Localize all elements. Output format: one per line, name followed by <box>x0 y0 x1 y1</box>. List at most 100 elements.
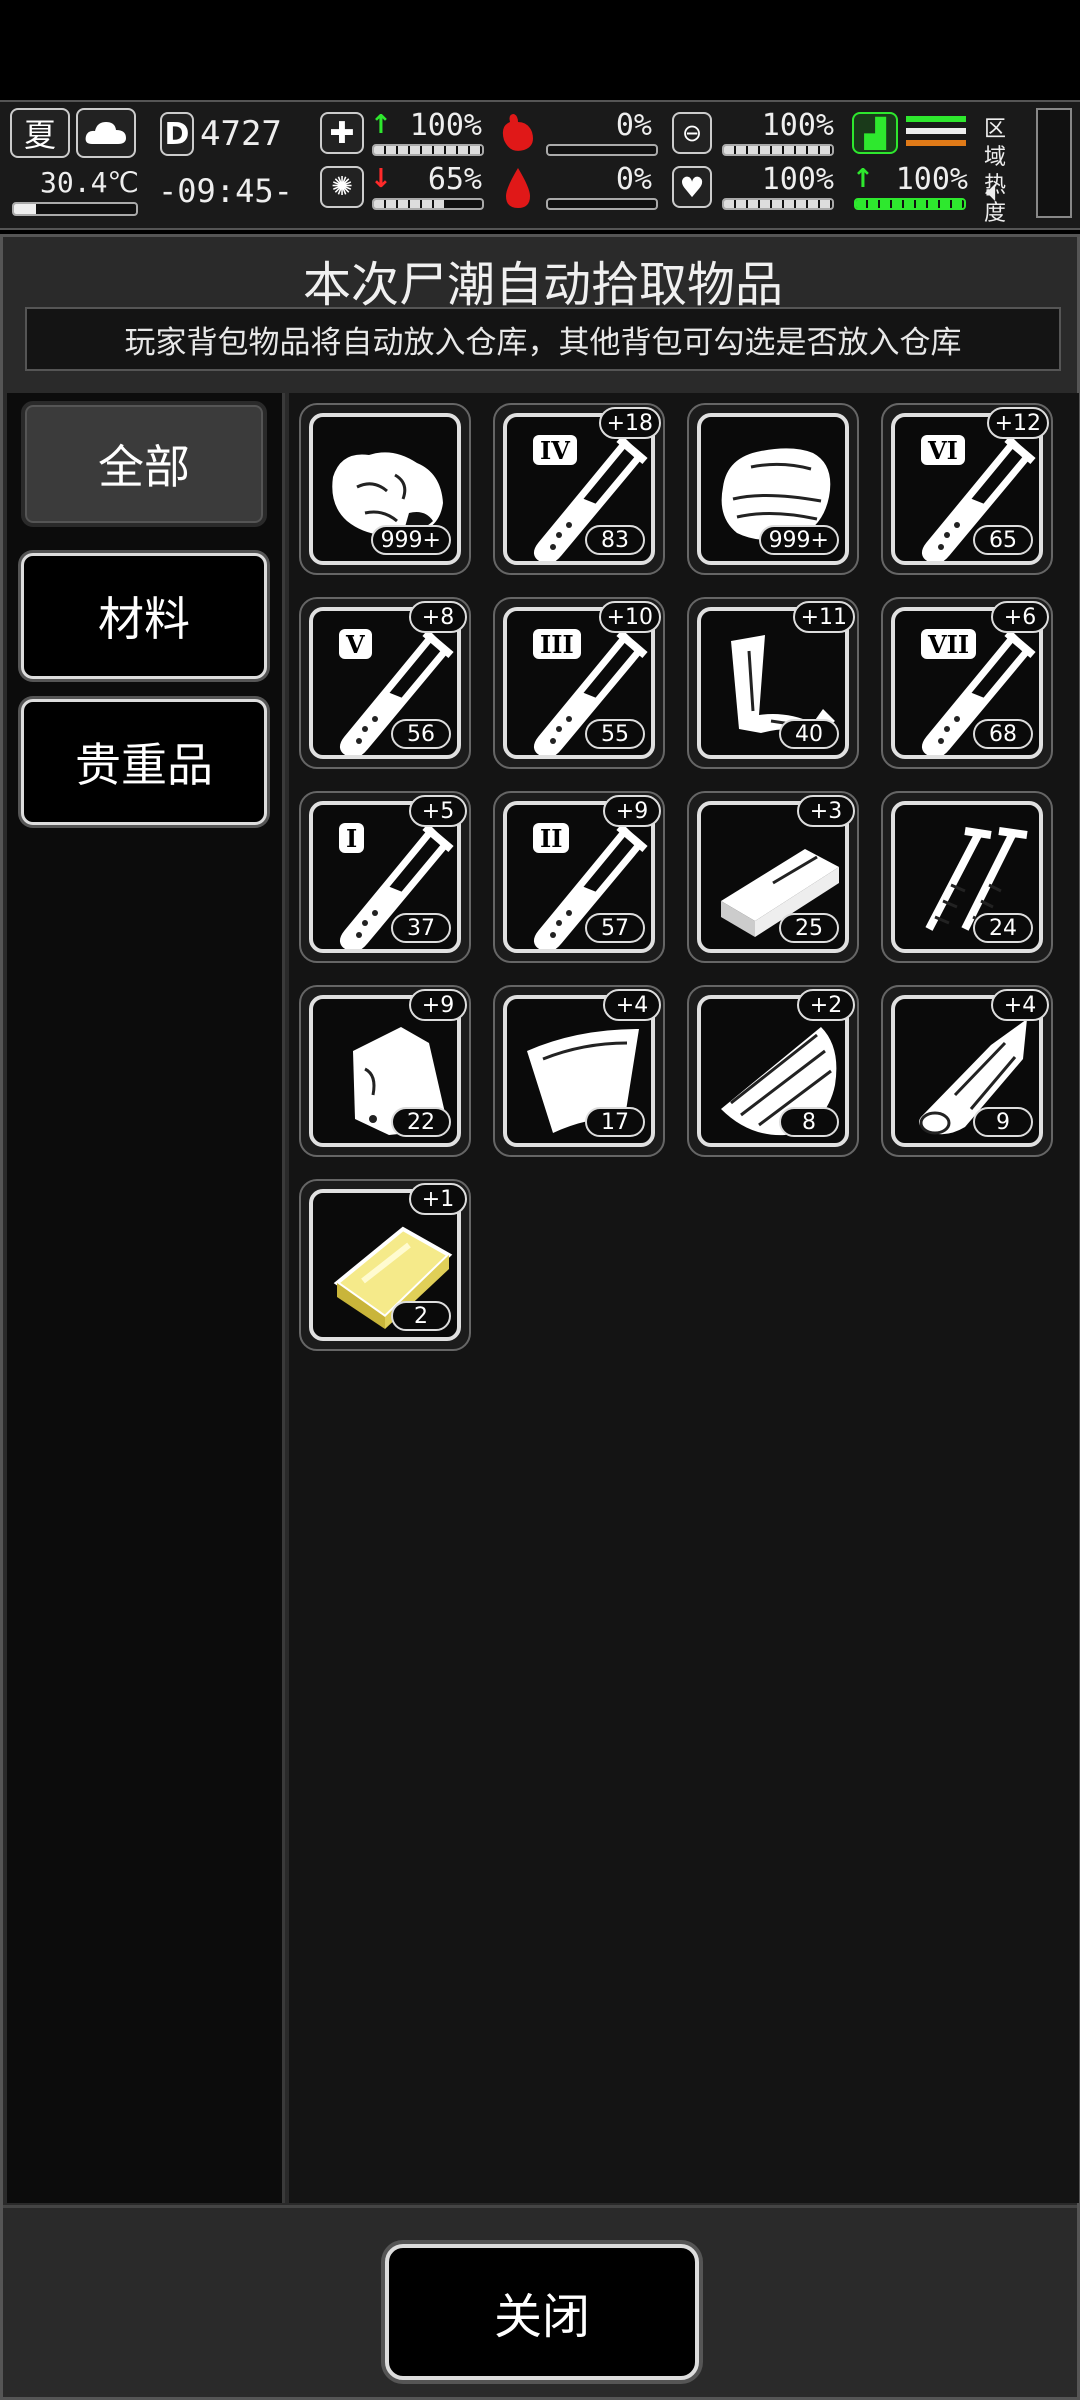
tab-materials[interactable]: 材料 <box>21 553 267 679</box>
health-percent: 100% <box>409 108 482 143</box>
item-slot-vial-vii[interactable]: VII 68 +6 <box>881 597 1053 769</box>
gain-badge: +3 <box>797 795 855 827</box>
item-count: 37 <box>391 913 451 943</box>
speed-stripes <box>906 114 966 150</box>
item-slot-vial-i[interactable]: I 37 +5 <box>299 791 471 963</box>
tier-badge: V <box>339 629 372 659</box>
item-slot-gold-bar[interactable]: 2 +1 <box>299 1179 471 1351</box>
sanity-bar <box>372 198 484 210</box>
gain-badge: +6 <box>991 601 1049 633</box>
auto-loot-panel: 本次尸潮自动拾取物品 玩家背包物品将自动放入仓库，其他背包可勾选是否放入仓库 全… <box>0 234 1080 2400</box>
gain-badge: +1 <box>409 1183 467 1215</box>
temperature-readout: 30.4℃ <box>40 166 139 199</box>
item-count: 40 <box>779 719 839 749</box>
item-grid: 999+ IV 83 +18 999+ VI 65 +12 V 56 +8 III 55 +10 40 +11… <box>289 393 1079 2203</box>
tier-badge: IV <box>533 435 577 465</box>
tab-valuables[interactable]: 贵重品 <box>21 699 267 825</box>
item-count: 68 <box>973 719 1033 749</box>
item-count: 65 <box>973 525 1033 555</box>
health-bar <box>372 144 484 156</box>
item-slot-log[interactable]: 9 +4 <box>881 985 1053 1157</box>
region-heat-meter <box>1036 108 1072 218</box>
item-slot-scrap-metal[interactable]: 40 +11 <box>687 597 859 769</box>
item-slot-screws[interactable]: 24 <box>881 791 1053 963</box>
brain-icon: ✺ <box>320 166 364 208</box>
status-hud: 夏 30.4℃ D 4727 -09:45- ✚ ↑ 100% ✺ ↓ 65% … <box>0 100 1080 230</box>
item-slot-vial-iv[interactable]: IV 83 +18 <box>493 403 665 575</box>
item-count: 25 <box>779 913 839 943</box>
region-heat-label: 区域热度 <box>984 117 1007 226</box>
gain-badge: +4 <box>603 989 661 1021</box>
item-count: 8 <box>779 1107 839 1137</box>
sanity-percent: 65% <box>427 162 482 197</box>
tier-badge: VII <box>921 629 977 659</box>
item-slot-vial-iii[interactable]: III 55 +10 <box>493 597 665 769</box>
tab-all[interactable]: 全部 <box>21 401 267 527</box>
tier-badge: III <box>533 629 581 659</box>
tier-badge: VI <box>921 435 965 465</box>
speaker-icon[interactable]: 🔈︎ <box>986 174 1004 209</box>
medkit-icon: ✚ <box>320 112 364 154</box>
heart-percent: 100% <box>761 162 834 197</box>
sanity-down-arrow: ↓ <box>370 164 392 194</box>
thirst-percent: 0% <box>615 162 652 197</box>
speed-percent: 100% <box>895 162 968 197</box>
gain-badge: +11 <box>792 601 855 633</box>
item-slot-wood-planks[interactable]: 8 +2 <box>687 985 859 1157</box>
health-up-arrow: ↑ <box>370 110 392 140</box>
tier-badge: II <box>533 823 570 853</box>
hunger-percent: 0% <box>615 108 652 143</box>
stomach-icon <box>496 110 540 156</box>
item-count: 9 <box>973 1107 1033 1137</box>
season-badge: 夏 <box>10 108 70 158</box>
clock-readout: -09:45- <box>158 172 293 210</box>
stamina-bar <box>722 144 834 156</box>
item-slot-vial-v[interactable]: V 56 +8 <box>299 597 471 769</box>
temperature-bar <box>12 202 138 216</box>
item-frame: 999+ <box>309 413 461 565</box>
gain-badge: +4 <box>991 989 1049 1021</box>
water-drop-icon <box>496 164 540 212</box>
gain-badge: +12 <box>986 407 1049 439</box>
season-label: 夏 <box>23 116 56 154</box>
tab-valuables-label: 贵重品 <box>75 738 213 792</box>
stamina-percent: 100% <box>761 108 834 143</box>
item-frame: 24 <box>891 801 1043 953</box>
tab-all-label: 全部 <box>98 440 190 494</box>
speed-bar <box>854 198 966 210</box>
thirst-bar <box>546 198 658 210</box>
item-slot-plastic-sheet[interactable]: 17 +4 <box>493 985 665 1157</box>
item-count: 999+ <box>370 525 451 555</box>
weather-cloud-icon <box>76 108 136 158</box>
item-slot-bag[interactable]: 22 +9 <box>299 985 471 1157</box>
panel-subtitle: 玩家背包物品将自动放入仓库，其他背包可勾选是否放入仓库 <box>25 307 1061 371</box>
heart-bar <box>722 198 834 210</box>
gain-badge: +5 <box>409 795 467 827</box>
hunger-bar <box>546 144 658 156</box>
item-slot-rock[interactable]: 999+ <box>299 403 471 575</box>
close-button[interactable]: 关闭 <box>385 2244 699 2380</box>
item-slot-vial-vi[interactable]: VI 65 +12 <box>881 403 1053 575</box>
item-slot-cloth[interactable]: 999+ <box>687 403 859 575</box>
item-count: 57 <box>585 913 645 943</box>
day-counter: 4727 <box>200 114 282 154</box>
gain-badge: +9 <box>603 795 661 827</box>
heart-icon: ♥ <box>672 166 712 208</box>
item-count: 56 <box>391 719 451 749</box>
item-slot-whetstone[interactable]: 25 +3 <box>687 791 859 963</box>
gain-badge: +10 <box>598 601 661 633</box>
item-count: 17 <box>585 1107 645 1137</box>
item-frame: 999+ <box>697 413 849 565</box>
day-icon: D <box>160 112 194 156</box>
tier-badge: I <box>339 823 365 853</box>
item-count: 22 <box>391 1107 451 1137</box>
panel-footer: 关闭 <box>3 2205 1077 2397</box>
item-count: 2 <box>391 1301 451 1331</box>
category-sidebar: 全部 材料 贵重品 <box>7 393 285 2203</box>
item-count: 83 <box>585 525 645 555</box>
item-slot-vial-ii[interactable]: II 57 +9 <box>493 791 665 963</box>
close-button-label: 关闭 <box>493 2289 590 2345</box>
gain-badge: +9 <box>409 989 467 1021</box>
panel-subtitle-text: 玩家背包物品将自动放入仓库，其他背包可勾选是否放入仓库 <box>124 324 962 361</box>
item-count: 999+ <box>758 525 839 555</box>
